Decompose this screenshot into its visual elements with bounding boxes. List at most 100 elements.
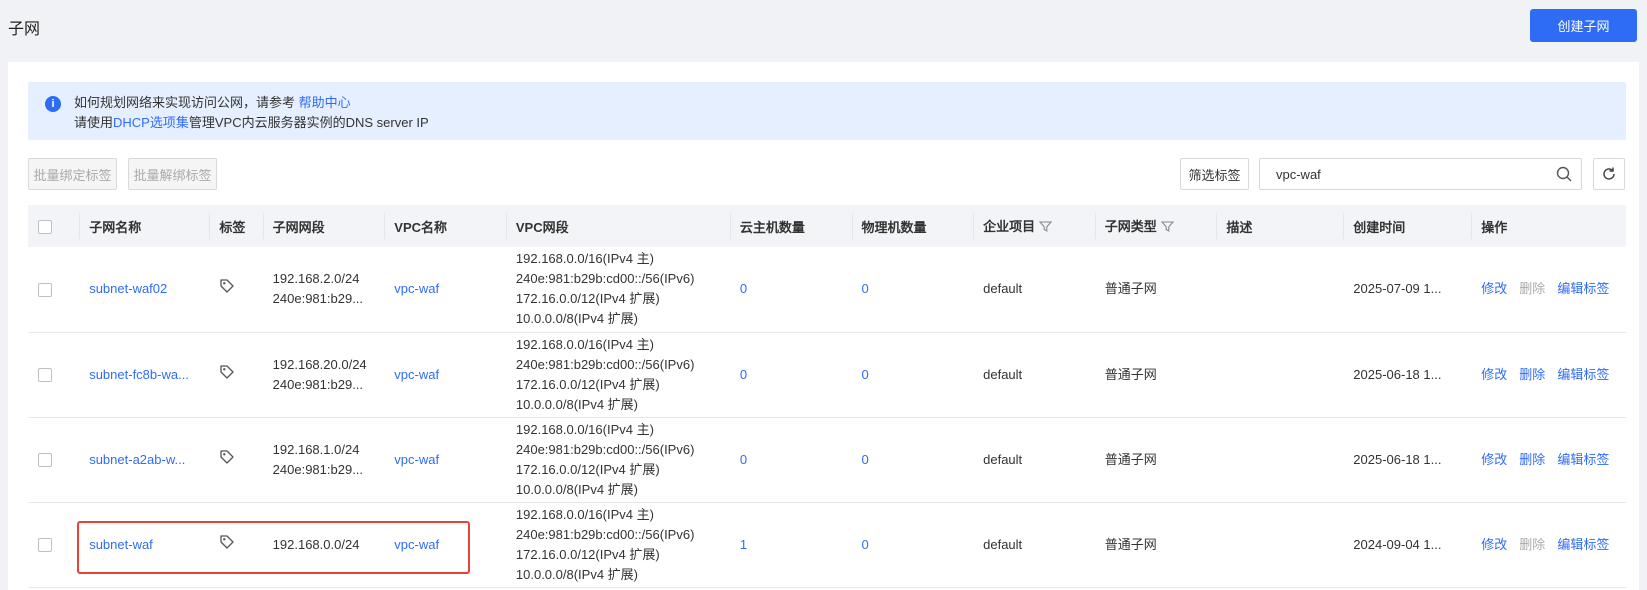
- col-type: 子网类型: [1094, 205, 1217, 247]
- desc-cell: [1216, 417, 1344, 503]
- subnet-name-link[interactable]: subnet-waf02: [89, 281, 167, 296]
- table-header: 子网名称 标签 子网网段 VPC名称 VPC网段 云主机数量 物理机数量 企业项…: [28, 205, 1626, 247]
- vpc-cidr-line: 240e:981:b29b:cd00::/56(IPv6): [515, 526, 695, 542]
- edit-tags-link[interactable]: 编辑标签: [1557, 537, 1609, 552]
- search-input[interactable]: [1260, 159, 1530, 189]
- cvm-count-cell: 0: [729, 417, 852, 503]
- bulk-unbind-tags-button[interactable]: 批量解绑标签: [128, 158, 217, 190]
- row-checkbox[interactable]: [38, 453, 52, 468]
- vpc-cidr-line: 192.168.0.0/16(IPv4 主): [515, 421, 654, 437]
- subnet-name-link[interactable]: subnet-waf: [89, 537, 153, 552]
- filter-icon[interactable]: [1160, 220, 1174, 236]
- col-desc: 描述: [1216, 205, 1344, 247]
- type-cell: 普通子网: [1094, 332, 1217, 418]
- vpc-cidr-line: 10.0.0.0/8(IPv4 扩展): [515, 566, 639, 582]
- desc-cell: [1216, 247, 1344, 333]
- create-subnet-button[interactable]: 创建子网: [1530, 9, 1637, 42]
- subnet-name-cell: subnet-waf02: [79, 247, 210, 333]
- notice-line-1: 如何规划网络来实现访问公网，请参考 帮助中心: [74, 95, 351, 110]
- type-cell: 普通子网: [1094, 417, 1217, 503]
- search-icon[interactable]: [1556, 166, 1572, 185]
- vpc-name-cell: vpc-waf: [384, 247, 506, 333]
- bm-count-link[interactable]: 0: [862, 452, 869, 467]
- vpc-cidr-line: 172.16.0.0/12(IPv4 扩展): [515, 461, 660, 477]
- edit-link[interactable]: 修改: [1481, 281, 1507, 296]
- vpc-cidr-cell: 192.168.0.0/16(IPv4 主) 240e:981:b29b:cd00…: [505, 247, 730, 333]
- bm-count-link[interactable]: 0: [862, 367, 869, 382]
- refresh-icon: [1603, 167, 1615, 180]
- delete-link[interactable]: 删除: [1519, 452, 1545, 467]
- delete-link: 删除: [1519, 281, 1546, 297]
- vpc-name-link[interactable]: vpc-waf: [394, 367, 439, 382]
- cvm-count-link[interactable]: 1: [740, 537, 747, 552]
- subnet-cidr-ipv4: 192.168.0.0/24: [272, 536, 360, 552]
- tag-icon[interactable]: [219, 364, 235, 386]
- actions-cell: 修改 删除 编辑标签: [1471, 332, 1626, 418]
- col-actions: 操作: [1471, 205, 1626, 247]
- edit-tags-link[interactable]: 编辑标签: [1557, 281, 1609, 296]
- subnet-cidr-cell: 192.168.0.0/24: [262, 502, 385, 588]
- type-cell: 普通子网: [1094, 502, 1217, 588]
- tag-icon[interactable]: [219, 278, 235, 300]
- filter-icon[interactable]: [1038, 220, 1053, 236]
- subnet-name-link[interactable]: subnet-fc8b-wa...: [89, 367, 189, 382]
- notice-banner: i 如何规划网络来实现访问公网，请参考 帮助中心 请使用DHCP选项集管理VPC…: [28, 82, 1626, 140]
- subnet-cidr-ipv6: 240e:981:b29...: [272, 461, 364, 477]
- vpc-cidr-line: 10.0.0.0/8(IPv4 扩展): [515, 396, 639, 412]
- content-card: i 如何规划网络来实现访问公网，请参考 帮助中心 请使用DHCP选项集管理VPC…: [8, 62, 1639, 590]
- created-cell: 2025-06-18 1...: [1343, 332, 1472, 418]
- tag-icon[interactable]: [219, 449, 235, 471]
- row-checkbox[interactable]: [38, 538, 52, 553]
- help-center-link[interactable]: 帮助中心: [299, 95, 351, 110]
- vpc-name-link[interactable]: vpc-waf: [394, 537, 439, 552]
- vpc-cidr-line: 192.168.0.0/16(IPv4 主): [515, 506, 654, 522]
- row-checkbox[interactable]: [38, 282, 52, 297]
- search-box: [1259, 158, 1582, 190]
- tag-cell: [209, 502, 263, 588]
- vpc-cidr-line: 192.168.0.0/16(IPv4 主): [515, 251, 654, 267]
- project-cell: default: [973, 247, 1095, 333]
- cvm-count-link[interactable]: 0: [740, 281, 747, 296]
- type-cell: 普通子网: [1094, 247, 1217, 333]
- subnet-cidr-ipv4: 192.168.1.0/24: [272, 441, 360, 457]
- dhcp-options-link[interactable]: DHCP选项集: [113, 115, 189, 130]
- vpc-name-cell: vpc-waf: [384, 332, 506, 418]
- delete-link[interactable]: 删除: [1519, 367, 1545, 382]
- refresh-button[interactable]: [1593, 158, 1625, 190]
- notice-line-2: 请使用DHCP选项集管理VPC内云服务器实例的DNS server IP: [74, 115, 429, 130]
- vpc-cidr-line: 10.0.0.0/8(IPv4 扩展): [515, 311, 639, 327]
- table-row: subnet-waf02 192.168.2.0/24 240e:981:b29.…: [28, 247, 1626, 333]
- edit-link[interactable]: 修改: [1481, 537, 1507, 552]
- tag-icon[interactable]: [219, 534, 235, 556]
- vpc-name-cell: vpc-waf: [384, 502, 506, 588]
- filter-tags-button[interactable]: 筛选标签: [1180, 158, 1249, 190]
- row-select-cell: [28, 502, 80, 588]
- project-cell: default: [973, 502, 1095, 588]
- edit-link[interactable]: 修改: [1481, 452, 1507, 467]
- row-checkbox[interactable]: [38, 368, 52, 383]
- created-cell: 2024-09-04 1...: [1343, 502, 1472, 588]
- edit-tags-link[interactable]: 编辑标签: [1557, 367, 1609, 382]
- col-cidr: 子网网段: [262, 205, 385, 247]
- select-all-checkbox[interactable]: [38, 219, 52, 234]
- cvm-count-link[interactable]: 0: [740, 367, 747, 382]
- table-row: subnet-fc8b-wa... 192.168.20.0/24 240e:98…: [28, 332, 1626, 418]
- tag-cell: [209, 247, 263, 333]
- vpc-name-link[interactable]: vpc-waf: [394, 281, 439, 296]
- vpc-cidr-line: 240e:981:b29b:cd00::/56(IPv6): [515, 441, 695, 457]
- edit-link[interactable]: 修改: [1481, 367, 1507, 382]
- subnet-cidr-ipv6: 240e:981:b29...: [272, 291, 364, 307]
- bm-count-cell: 0: [851, 502, 974, 588]
- actions-cell: 修改 删除 编辑标签: [1471, 417, 1626, 503]
- bulk-bind-tags-button[interactable]: 批量绑定标签: [28, 158, 117, 190]
- table-row: subnet-a2ab-w... 192.168.1.0/24 240e:981:…: [28, 417, 1626, 503]
- vpc-name-link[interactable]: vpc-waf: [394, 452, 439, 467]
- cvm-count-link[interactable]: 0: [740, 452, 747, 467]
- subnet-cidr-cell: 192.168.20.0/24 240e:981:b29...: [262, 332, 385, 418]
- bm-count-link[interactable]: 0: [862, 281, 869, 296]
- bm-count-link[interactable]: 0: [862, 537, 869, 552]
- edit-tags-link[interactable]: 编辑标签: [1557, 452, 1609, 467]
- page-title: 子网: [8, 21, 41, 38]
- subnet-name-link[interactable]: subnet-a2ab-w...: [89, 452, 185, 467]
- col-type-label: 子网类型: [1104, 219, 1157, 235]
